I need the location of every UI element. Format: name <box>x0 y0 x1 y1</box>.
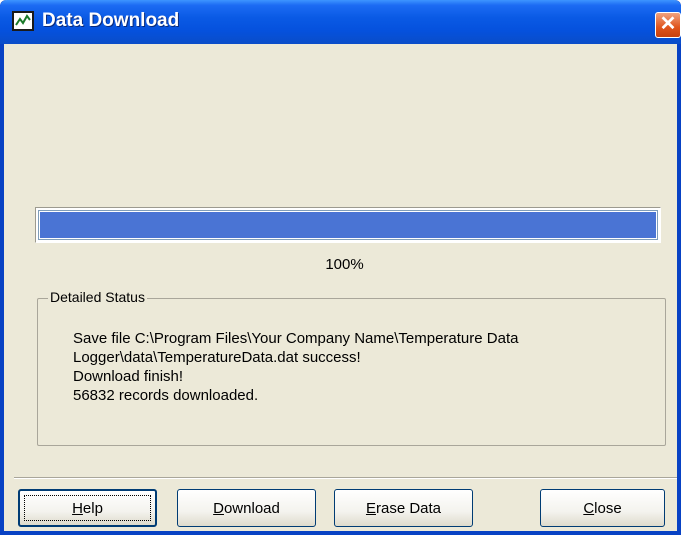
chart-icon <box>12 11 34 31</box>
close-icon: ✕ <box>659 13 677 35</box>
divider <box>14 477 677 479</box>
status-text: Save file C:\Program Files\Your Company … <box>73 329 658 405</box>
status-line: Save file C:\Program Files\Your Company … <box>73 330 519 347</box>
close-window-button[interactable]: ✕ <box>655 12 681 38</box>
data-download-window: Data Download ✕ 100% Detailed Status Sav… <box>0 0 681 535</box>
status-line: 56832 records downloaded. <box>73 387 259 404</box>
status-line: Logger\data\TemperatureData.dat success! <box>73 349 361 366</box>
group-label: Detailed Status <box>48 289 147 305</box>
close-button[interactable]: Close <box>540 489 665 527</box>
window-title: Data Download <box>42 10 180 31</box>
download-button[interactable]: Download <box>177 489 316 527</box>
erase-data-button[interactable]: Erase Data <box>334 489 473 527</box>
help-button[interactable]: Help <box>18 489 157 527</box>
progress-percent: 100% <box>325 256 364 273</box>
progress-fill <box>40 212 656 238</box>
progress-bar <box>35 207 661 243</box>
detailed-status-group: Detailed Status Save file C:\Program Fil… <box>37 289 666 446</box>
status-line: Download finish! <box>73 368 184 385</box>
title-bar[interactable]: Data Download ✕ <box>0 0 681 44</box>
